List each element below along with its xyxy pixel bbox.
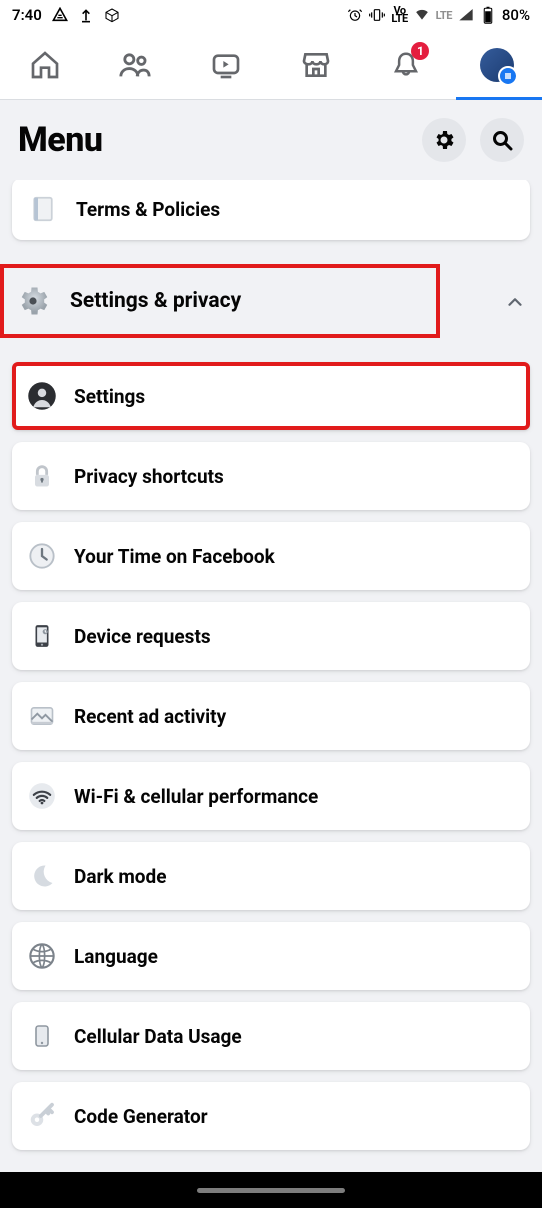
search-icon: [490, 128, 514, 152]
nav-watch[interactable]: [191, 30, 261, 99]
menu-item-recent-ad-activity[interactable]: Recent ad activity: [12, 682, 530, 750]
menu-item-label: Device requests: [74, 625, 211, 648]
header-settings-button[interactable]: [422, 118, 466, 162]
status-alarm-icon: [347, 7, 363, 23]
menu-item-label: Privacy shortcuts: [74, 465, 224, 488]
profile-settings-icon: [26, 380, 58, 412]
wifi-icon: [26, 780, 58, 812]
menu-item-label: Language: [74, 945, 158, 968]
nav-notifications[interactable]: 1: [371, 30, 441, 99]
marketplace-icon: [300, 49, 332, 81]
menu-item-terms-policies[interactable]: Terms & Policies: [12, 180, 530, 240]
moon-icon: [26, 860, 58, 892]
page-header: Menu: [0, 100, 542, 180]
status-upload-icon: [78, 7, 94, 23]
menu-item-privacy-shortcuts[interactable]: Privacy shortcuts: [12, 442, 530, 510]
menu-item-cellular-data[interactable]: Cellular Data Usage: [12, 1002, 530, 1070]
section-settings-privacy[interactable]: Settings & privacy: [0, 252, 542, 350]
document-icon: [26, 192, 60, 226]
nav-active-indicator: [456, 97, 542, 100]
menu-item-label: Recent ad activity: [74, 705, 226, 728]
menu-item-settings[interactable]: Settings: [12, 362, 530, 430]
notification-badge: 1: [411, 42, 429, 60]
nav-marketplace[interactable]: [281, 30, 351, 99]
menu-item-label: Dark mode: [74, 865, 167, 888]
phone-icon: [26, 1020, 58, 1052]
menu-item-wifi-cellular[interactable]: Wi-Fi & cellular performance: [12, 762, 530, 830]
status-signal-icon: [458, 7, 474, 23]
status-app-icon: [52, 7, 68, 23]
header-search-button[interactable]: [480, 118, 524, 162]
menu-item-code-generator[interactable]: Code Generator: [12, 1082, 530, 1150]
menu-item-label: Settings: [74, 385, 145, 408]
nav-home[interactable]: [10, 30, 80, 99]
status-bar: 7:40 Vo LTE LTE: [0, 0, 542, 30]
status-lte-label: LTE: [436, 9, 452, 22]
status-battery-icon: [480, 7, 496, 23]
watch-icon: [210, 49, 242, 81]
status-vibrate-icon: [369, 7, 385, 23]
nav-friends[interactable]: [100, 30, 170, 99]
section-label: Settings & privacy: [70, 289, 428, 313]
menu-item-label: Cellular Data Usage: [74, 1025, 242, 1048]
gesture-pill: [197, 1188, 345, 1193]
page-title: Menu: [18, 120, 102, 160]
gear-icon: [432, 128, 456, 152]
key-icon: [26, 1100, 58, 1132]
status-volte-label: Vo LTE: [391, 7, 407, 23]
status-wifi-icon: [414, 7, 430, 23]
menu-item-device-requests[interactable]: Device requests: [12, 602, 530, 670]
gear-icon: [12, 280, 54, 322]
chevron-up-icon: [504, 291, 524, 311]
status-time: 7:40: [12, 6, 42, 24]
menu-item-label: Terms & Policies: [76, 198, 220, 221]
friends-icon: [118, 48, 152, 82]
menu-item-language[interactable]: Language: [12, 922, 530, 990]
home-icon: [29, 49, 61, 81]
menu-item-label: Wi-Fi & cellular performance: [74, 785, 318, 808]
menu-item-label: Code Generator: [74, 1105, 208, 1128]
status-box-icon: [104, 7, 120, 23]
menu-item-dark-mode[interactable]: Dark mode: [12, 842, 530, 910]
avatar: [480, 48, 514, 82]
nav-bar: 1: [0, 30, 542, 100]
android-gesture-bar[interactable]: [0, 1172, 542, 1208]
clock-icon: [26, 540, 58, 572]
nav-menu-profile[interactable]: [462, 30, 532, 99]
globe-icon: [26, 940, 58, 972]
menu-item-your-time[interactable]: Your Time on Facebook: [12, 522, 530, 590]
lock-icon: [26, 460, 58, 492]
image-icon: [26, 700, 58, 732]
menu-item-label: Your Time on Facebook: [74, 545, 275, 568]
status-battery-text: 80%: [502, 6, 530, 24]
phone-device-icon: [26, 620, 58, 652]
